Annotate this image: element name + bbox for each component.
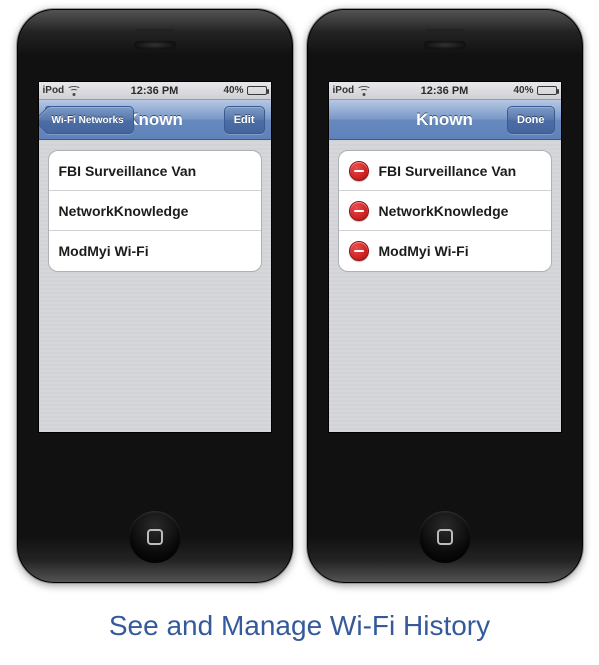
battery-icon: [247, 86, 267, 95]
status-time: 12:36 PM: [39, 85, 271, 97]
home-icon: [437, 529, 453, 545]
ipod-device-left: iPod 12:36 PM 40% Wi-Fi Networks Known E…: [16, 8, 294, 584]
page-title: Known: [126, 110, 183, 130]
network-name: FBI Surveillance Van: [379, 163, 517, 179]
networks-list: FBI Surveillance Van NetworkKnowledge Mo…: [338, 150, 552, 272]
content-area: FBI Surveillance Van NetworkKnowledge Mo…: [39, 140, 271, 432]
home-button[interactable]: [419, 511, 471, 563]
back-button-label: Wi-Fi Networks: [52, 115, 124, 126]
status-bar: iPod 12:36 PM 40%: [39, 82, 271, 100]
network-name: NetworkKnowledge: [379, 203, 509, 219]
screen: iPod 12:36 PM 40% Known Done: [328, 81, 562, 433]
network-name: NetworkKnowledge: [59, 203, 189, 219]
done-button[interactable]: Done: [507, 106, 555, 134]
edit-button[interactable]: Edit: [224, 106, 265, 134]
delete-icon[interactable]: [349, 201, 369, 221]
battery-icon: [537, 86, 557, 95]
home-icon: [147, 529, 163, 545]
back-button[interactable]: Wi-Fi Networks: [45, 106, 134, 134]
network-name: ModMyi Wi-Fi: [379, 243, 469, 259]
caption: See and Manage Wi-Fi History: [109, 610, 490, 642]
delete-icon[interactable]: [349, 241, 369, 261]
done-button-label: Done: [517, 114, 545, 126]
nav-bar: Wi-Fi Networks Known Edit: [39, 100, 271, 140]
home-button[interactable]: [129, 511, 181, 563]
list-item[interactable]: ModMyi Wi-Fi: [339, 231, 551, 271]
networks-list: FBI Surveillance Van NetworkKnowledge Mo…: [48, 150, 262, 272]
edit-button-label: Edit: [234, 114, 255, 126]
screen: iPod 12:36 PM 40% Wi-Fi Networks Known E…: [38, 81, 272, 433]
list-item[interactable]: NetworkKnowledge: [339, 191, 551, 231]
list-item[interactable]: FBI Surveillance Van: [49, 151, 261, 191]
ipod-device-right: iPod 12:36 PM 40% Known Done: [306, 8, 584, 584]
network-name: FBI Surveillance Van: [59, 163, 197, 179]
status-time: 12:36 PM: [329, 85, 561, 97]
nav-bar: Known Done: [329, 100, 561, 140]
page-title: Known: [416, 110, 473, 130]
content-area: FBI Surveillance Van NetworkKnowledge Mo…: [329, 140, 561, 432]
network-name: ModMyi Wi-Fi: [59, 243, 149, 259]
list-item[interactable]: FBI Surveillance Van: [339, 151, 551, 191]
delete-icon[interactable]: [349, 161, 369, 181]
list-item[interactable]: ModMyi Wi-Fi: [49, 231, 261, 271]
list-item[interactable]: NetworkKnowledge: [49, 191, 261, 231]
status-bar: iPod 12:36 PM 40%: [329, 82, 561, 100]
